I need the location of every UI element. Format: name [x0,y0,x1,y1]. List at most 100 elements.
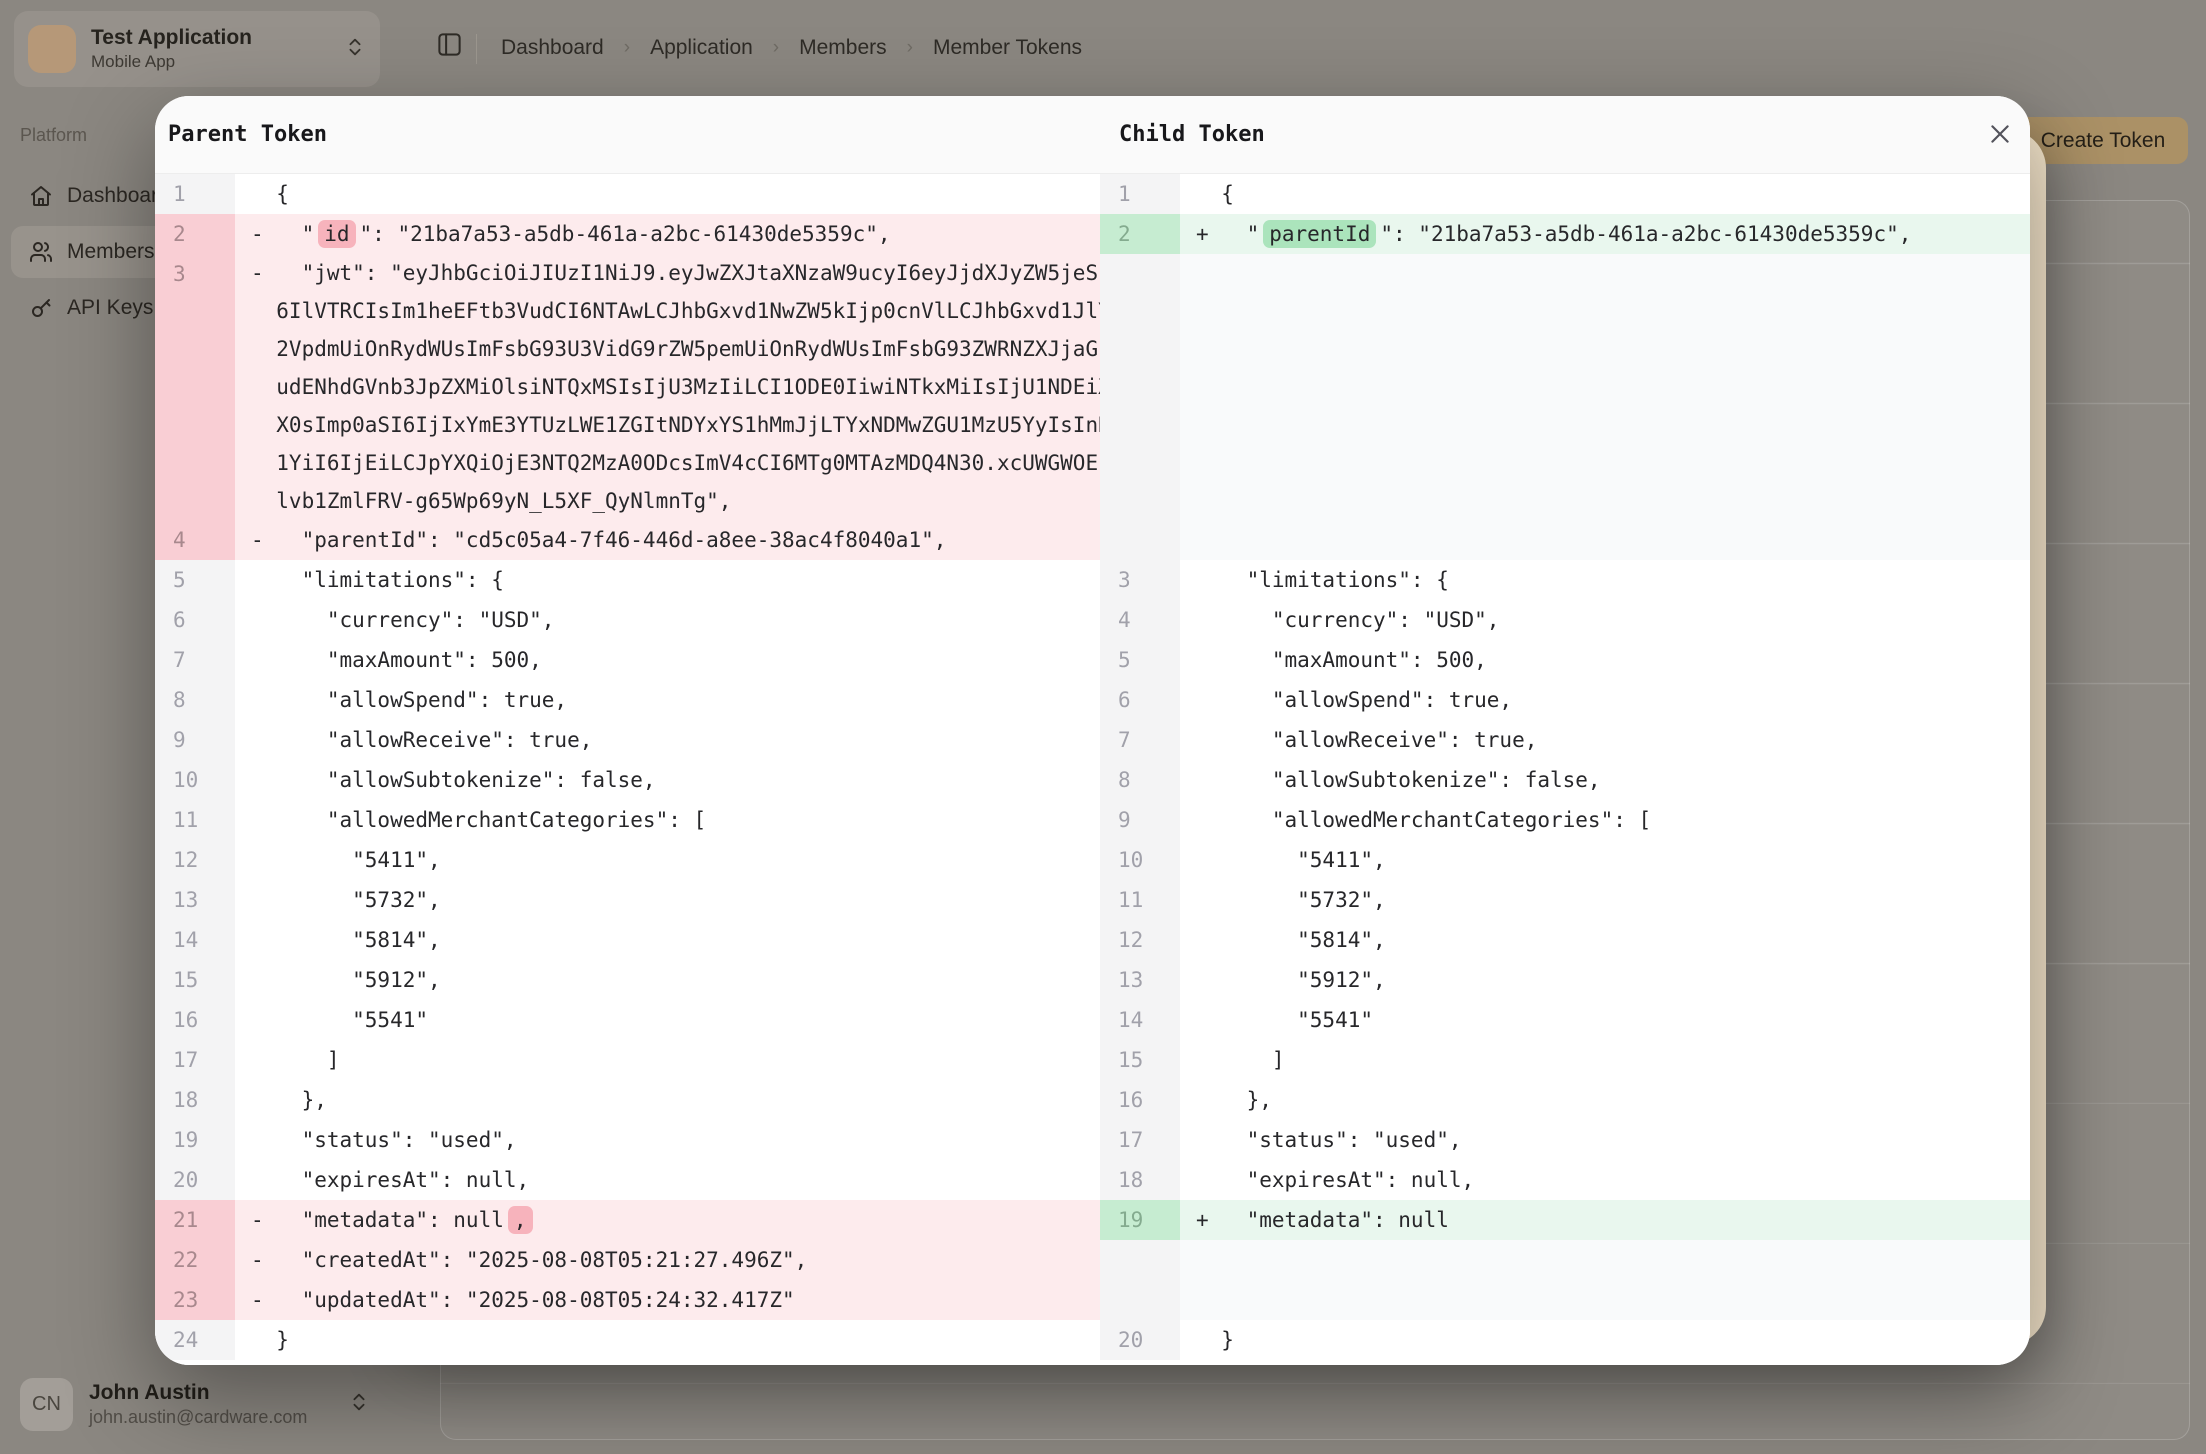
line-code: "allowSubtokenize": false, [1180,760,2030,800]
line-number: 10 [1100,840,1180,880]
line-number: 18 [1100,1160,1180,1200]
chevron-right-icon: › [624,37,630,59]
line-number: 23 [155,1280,235,1320]
line-number: 20 [155,1160,235,1200]
line-code: "5541" [235,1000,1100,1040]
line-code: "status": "used", [1180,1120,2030,1160]
diff-line: 19 "status": "used", [155,1120,1100,1160]
line-number: 17 [155,1040,235,1080]
line-code [1180,254,2030,560]
diff-line: 15 ] [1100,1040,2030,1080]
close-icon[interactable] [1980,114,2020,154]
sidebar-item-label: Members [67,240,155,264]
diff-line: 16 "5541" [155,1000,1100,1040]
diff-line: 17 ] [155,1040,1100,1080]
line-code: "5411", [235,840,1100,880]
diff-filler-row [1100,1240,2030,1320]
line-number: 20 [1100,1320,1180,1360]
line-number: 11 [155,800,235,840]
user-avatar: CN [20,1378,73,1431]
line-number: 14 [1100,1000,1180,1040]
app-switcher-meta: Test Application Mobile App [91,25,329,73]
line-number: 6 [1100,680,1180,720]
line-number: 13 [155,880,235,920]
diff-line: 5 "maxAmount": 500, [1100,640,2030,680]
line-number: 5 [155,560,235,600]
diff-line: 6 "currency": "USD", [155,600,1100,640]
app-subtitle: Mobile App [91,51,329,73]
diff-line: 23- "updatedAt": "2025-08-08T05:24:32.41… [155,1280,1100,1320]
token-diff-modal: Parent Token Child Token 1 {2- "id": "21… [155,96,2030,1365]
line-code: "5732", [1180,880,2030,920]
breadcrumb-application[interactable]: Application [650,36,753,60]
line-code: "allowSpend": true, [1180,680,2030,720]
diff-line: 13 "5732", [155,880,1100,920]
diff-line: 1 { [155,174,1100,214]
line-code: "limitations": { [1180,560,2030,600]
line-code: } [1180,1320,2030,1360]
line-code: "allowedMerchantCategories": [ [235,800,1100,840]
line-number: 1 [1100,174,1180,214]
diff-body: 1 {2- "id": "21ba7a53-a5db-461a-a2bc-614… [155,174,2030,1365]
line-number: 15 [1100,1040,1180,1080]
line-code: - "id": "21ba7a53-a5db-461a-a2bc-61430de… [235,214,1100,254]
diff-line: 9 "allowedMerchantCategories": [ [1100,800,2030,840]
line-number: 24 [155,1320,235,1360]
line-code: "5912", [235,960,1100,1000]
line-code: "5912", [1180,960,2030,1000]
line-number: 1 [155,174,235,214]
line-code: "currency": "USD", [1180,600,2030,640]
line-number: 9 [1100,800,1180,840]
line-number: 11 [1100,880,1180,920]
line-number: 19 [155,1120,235,1160]
diff-line: 15 "5912", [155,960,1100,1000]
line-code: - "createdAt": "2025-08-08T05:21:27.496Z… [235,1240,1100,1280]
breadcrumb: Dashboard › Application › Members › Memb… [501,36,1082,60]
diff-line: 19+ "metadata": null [1100,1200,2030,1240]
line-number: 10 [155,760,235,800]
line-number: 14 [155,920,235,960]
app-switcher[interactable]: Test Application Mobile App [14,11,380,87]
line-number: 7 [155,640,235,680]
line-number: 13 [1100,960,1180,1000]
line-number: 15 [155,960,235,1000]
diff-line: 7 "maxAmount": 500, [155,640,1100,680]
chevron-right-icon: › [907,37,913,59]
line-code: "maxAmount": 500, [1180,640,2030,680]
child-token-title: Child Token [1100,122,2030,147]
line-number [1100,1240,1180,1320]
user-menu[interactable]: CN John Austin john.austin@cardware.com [10,1368,380,1440]
line-number: 3 [1100,560,1180,600]
parent-token-pane: 1 {2- "id": "21ba7a53-a5db-461a-a2bc-614… [155,174,1100,1365]
user-name: John Austin [89,1380,332,1406]
line-code: - "jwt": "eyJhbGciOiJIUzI1NiJ9.eyJwZXJta… [235,254,1100,520]
chevrons-up-down-icon [348,1391,370,1418]
breadcrumb-members[interactable]: Members [799,36,887,60]
app-name: Test Application [91,25,329,51]
line-code: + "parentId": "21ba7a53-a5db-461a-a2bc-6… [1180,214,2030,254]
line-code: "5814", [1180,920,2030,960]
line-code: "allowReceive": true, [1180,720,2030,760]
home-icon [29,184,53,208]
line-code: }, [1180,1080,2030,1120]
users-icon [29,240,53,264]
line-number: 5 [1100,640,1180,680]
line-number: 21 [155,1200,235,1240]
diff-line: 24 } [155,1320,1100,1360]
diff-line: 3 "limitations": { [1100,560,2030,600]
user-meta: John Austin john.austin@cardware.com [89,1380,332,1429]
diff-line: 17 "status": "used", [1100,1120,2030,1160]
breadcrumb-dashboard[interactable]: Dashboard [501,36,604,60]
sidebar-item-label: API Keys [67,296,153,320]
line-code: "allowSpend": true, [235,680,1100,720]
app-avatar [28,25,76,73]
breadcrumb-member-tokens[interactable]: Member Tokens [933,36,1082,60]
line-number: 12 [1100,920,1180,960]
diff-line: 18 "expiresAt": null, [1100,1160,2030,1200]
diff-line: 5 "limitations": { [155,560,1100,600]
line-number: 2 [155,214,235,254]
line-code: "5541" [1180,1000,2030,1040]
sidebar-toggle-icon[interactable] [429,24,469,64]
line-code: - "metadata": null, [235,1200,1100,1240]
line-code: - "updatedAt": "2025-08-08T05:24:32.417Z… [235,1280,1100,1320]
